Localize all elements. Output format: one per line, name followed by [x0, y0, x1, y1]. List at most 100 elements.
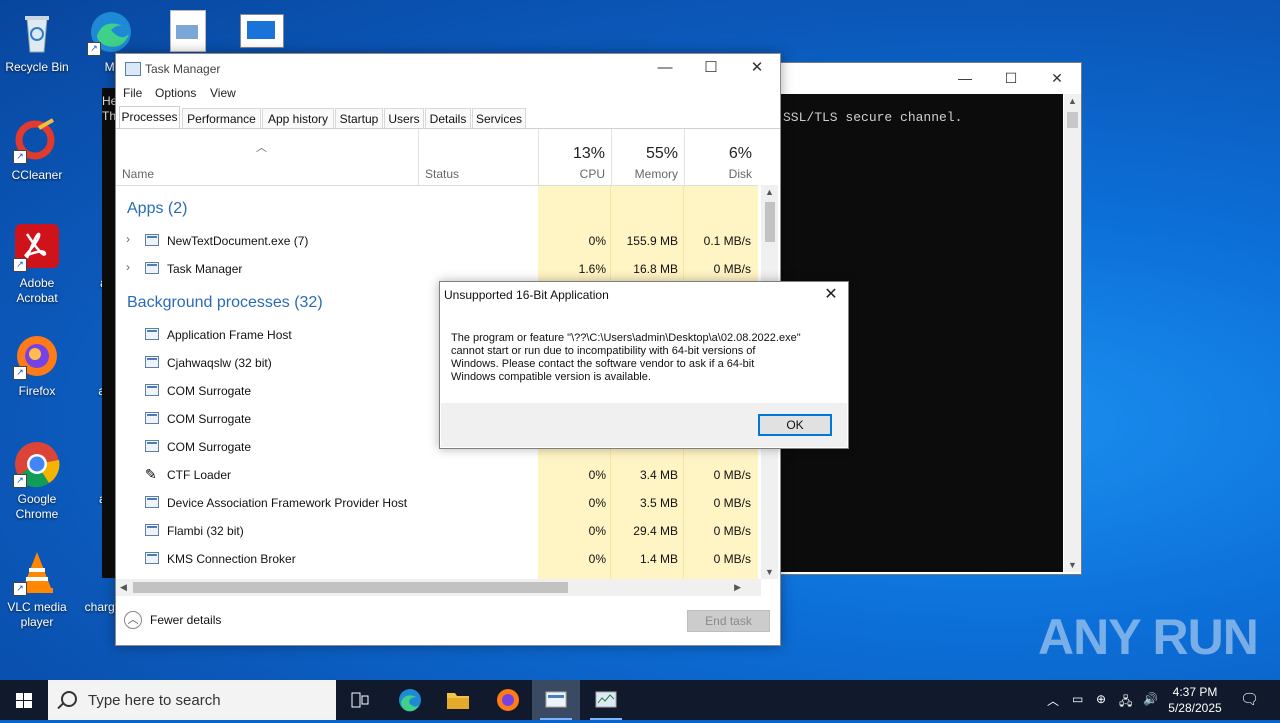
taskbar-firefox[interactable] — [484, 680, 532, 720]
close-icon[interactable]: ✕ — [818, 284, 844, 306]
tab-processes[interactable]: Processes — [119, 106, 180, 129]
desktop-icon-google-chrome[interactable]: ↗ Google Chrome — [0, 440, 74, 522]
end-task-button[interactable]: End task — [687, 610, 770, 632]
pen-notepad-icon: ✎ — [145, 466, 157, 482]
taskbar-console[interactable] — [532, 680, 580, 720]
table-row[interactable]: › NewTextDocument.exe (7) 0% 155.9 MB 0.… — [116, 227, 758, 255]
close-button[interactable]: ✕ — [734, 54, 780, 84]
tab-startup[interactable]: Startup — [335, 108, 383, 128]
tab-details[interactable]: Details — [425, 108, 471, 128]
app-window-icon — [145, 356, 159, 368]
column-status[interactable]: Status — [418, 129, 538, 185]
volume-icon[interactable]: 🔊 — [1143, 692, 1158, 706]
column-name[interactable]: Name — [116, 129, 418, 185]
scroll-down-icon[interactable]: ▼ — [765, 567, 774, 577]
close-button[interactable]: ✕ — [1034, 63, 1080, 93]
image-file-icon[interactable] — [170, 10, 206, 52]
table-row[interactable]: › Task Manager 1.6% 16.8 MB 0 MB/s — [116, 255, 758, 283]
chevron-up-icon[interactable]: ︿ — [1047, 692, 1059, 709]
task-view-button[interactable] — [336, 680, 384, 720]
disk-total: 6% — [728, 145, 752, 162]
taskbar-clock[interactable]: 4:37 PM 5/28/2025 — [1162, 684, 1228, 716]
menu-options[interactable]: Options — [155, 86, 196, 100]
desktop-icon-label: Recycle Bin — [5, 60, 69, 74]
menu-view[interactable]: View — [210, 86, 236, 100]
vlc-icon: ↗ — [13, 548, 61, 596]
meet-now-icon[interactable]: ⊕ — [1096, 692, 1106, 706]
chevron-right-icon[interactable]: › — [126, 260, 130, 274]
disk-value: 0 MB/s — [713, 552, 751, 566]
desktop: Recycle Bin ↗ CCleaner ↗ Adobe Acrobat ↗… — [0, 0, 1280, 680]
desktop-icon-vlc[interactable]: ↗ VLC media player — [0, 548, 74, 630]
process-table-header: ︿ Name Status 13% CPU 55% Memory 6% Disk — [116, 129, 758, 186]
process-name: Task Manager — [167, 262, 243, 276]
window-file-icon[interactable] — [240, 14, 284, 48]
task-manager-titlebar[interactable]: Task Manager — ☐ ✕ — [116, 54, 780, 84]
start-button[interactable] — [0, 680, 48, 720]
memory-value: 1.4 MB — [639, 552, 678, 566]
group-background-processes: Background processes (32) — [127, 294, 323, 311]
desktop-icon-ccleaner[interactable]: ↗ CCleaner — [0, 116, 74, 183]
column-cpu[interactable]: 13% CPU — [538, 129, 611, 185]
chevron-right-icon[interactable]: › — [126, 232, 130, 246]
edge-icon — [399, 689, 421, 712]
column-name-label: Name — [122, 167, 155, 181]
taskbar-file-explorer[interactable] — [434, 680, 482, 720]
taskbar-search[interactable]: Type here to search — [48, 680, 336, 720]
console-scrollbar[interactable]: ▲ ▼ — [1064, 94, 1081, 572]
ok-button[interactable]: OK — [758, 414, 832, 436]
process-name: COM Surrogate — [167, 412, 252, 426]
desktop-icon-firefox[interactable]: ↗ Firefox — [0, 332, 74, 399]
memory-value: 16.8 MB — [633, 262, 678, 276]
scroll-thumb[interactable] — [765, 202, 775, 242]
desktop-icon-adobe-acrobat[interactable]: ↗ Adobe Acrobat — [0, 224, 74, 306]
column-disk[interactable]: 6% Disk — [684, 129, 758, 185]
maximize-button[interactable]: ☐ — [988, 63, 1034, 93]
desktop-icon-recycle-bin[interactable]: Recycle Bin — [0, 8, 74, 75]
network-icon[interactable]: 🖧 — [1119, 692, 1132, 713]
shortcut-arrow-icon: ↗ — [13, 258, 27, 272]
search-placeholder: Type here to search — [88, 692, 221, 709]
table-row[interactable]: KMS Connection Broker 0% 1.4 MB 0 MB/s — [116, 545, 758, 573]
table-row[interactable]: Device Association Framework Provider Ho… — [116, 489, 758, 517]
scroll-thumb[interactable] — [1067, 112, 1078, 128]
unsupported-app-dialog[interactable]: Unsupported 16-Bit Application ✕ The pro… — [439, 281, 849, 449]
app-window-icon — [145, 552, 159, 564]
app-window-icon — [145, 234, 159, 246]
chevron-up-icon[interactable]: ︿ — [124, 611, 142, 629]
cpu-value: 1.6% — [578, 262, 606, 276]
disk-value: 0 MB/s — [713, 262, 751, 276]
scroll-up-icon[interactable]: ▲ — [765, 187, 774, 197]
fewer-details-link[interactable]: Fewer details — [150, 613, 221, 627]
scroll-thumb[interactable] — [133, 582, 568, 593]
desktop-icon-label: Adobe Acrobat — [16, 276, 58, 305]
anyrun-watermark: ANY RUN — [1038, 609, 1259, 665]
minimize-button[interactable]: — — [942, 63, 988, 93]
chrome-icon: ↗ — [13, 440, 61, 488]
taskbar-task-manager[interactable] — [582, 680, 630, 720]
horizontal-scrollbar[interactable]: ◀ ▶ — [116, 579, 761, 596]
scroll-right-icon[interactable]: ▶ — [734, 582, 741, 593]
tab-services[interactable]: Services — [472, 108, 526, 128]
table-row[interactable]: ✎ CTF Loader 0% 3.4 MB 0 MB/s — [116, 461, 758, 489]
tab-users[interactable]: Users — [384, 108, 424, 128]
clock-date: 5/28/2025 — [1168, 701, 1222, 715]
tab-performance[interactable]: Performance — [182, 108, 261, 128]
taskbar-edge[interactable] — [386, 680, 434, 720]
tablet-icon[interactable]: ▭ — [1072, 692, 1083, 706]
table-row[interactable]: Flambi (32 bit) 0% 29.4 MB 0 MB/s — [116, 517, 758, 545]
notification-icon[interactable]: 🗨 — [1240, 690, 1259, 708]
console-titlebar[interactable]: — ☐ ✕ — [771, 63, 1081, 93]
menu-file[interactable]: File — [123, 86, 142, 100]
disk-value: 0.1 MB/s — [703, 234, 751, 248]
acrobat-icon: ↗ — [13, 224, 61, 272]
scroll-up-icon[interactable]: ▲ — [1068, 96, 1077, 106]
scroll-down-icon[interactable]: ▼ — [1068, 560, 1077, 570]
minimize-button[interactable]: — — [642, 54, 688, 84]
column-memory[interactable]: 55% Memory — [611, 129, 684, 185]
console-text: SSL/TLS secure channel. — [783, 110, 963, 125]
scroll-left-icon[interactable]: ◀ — [120, 582, 127, 593]
taskbar: Type here to search ︿ ▭ ⊕ 🖧 🔊 4:37 PM 5/… — [0, 680, 1280, 720]
tab-app-history[interactable]: App history — [262, 108, 334, 128]
maximize-button[interactable]: ☐ — [688, 54, 734, 84]
